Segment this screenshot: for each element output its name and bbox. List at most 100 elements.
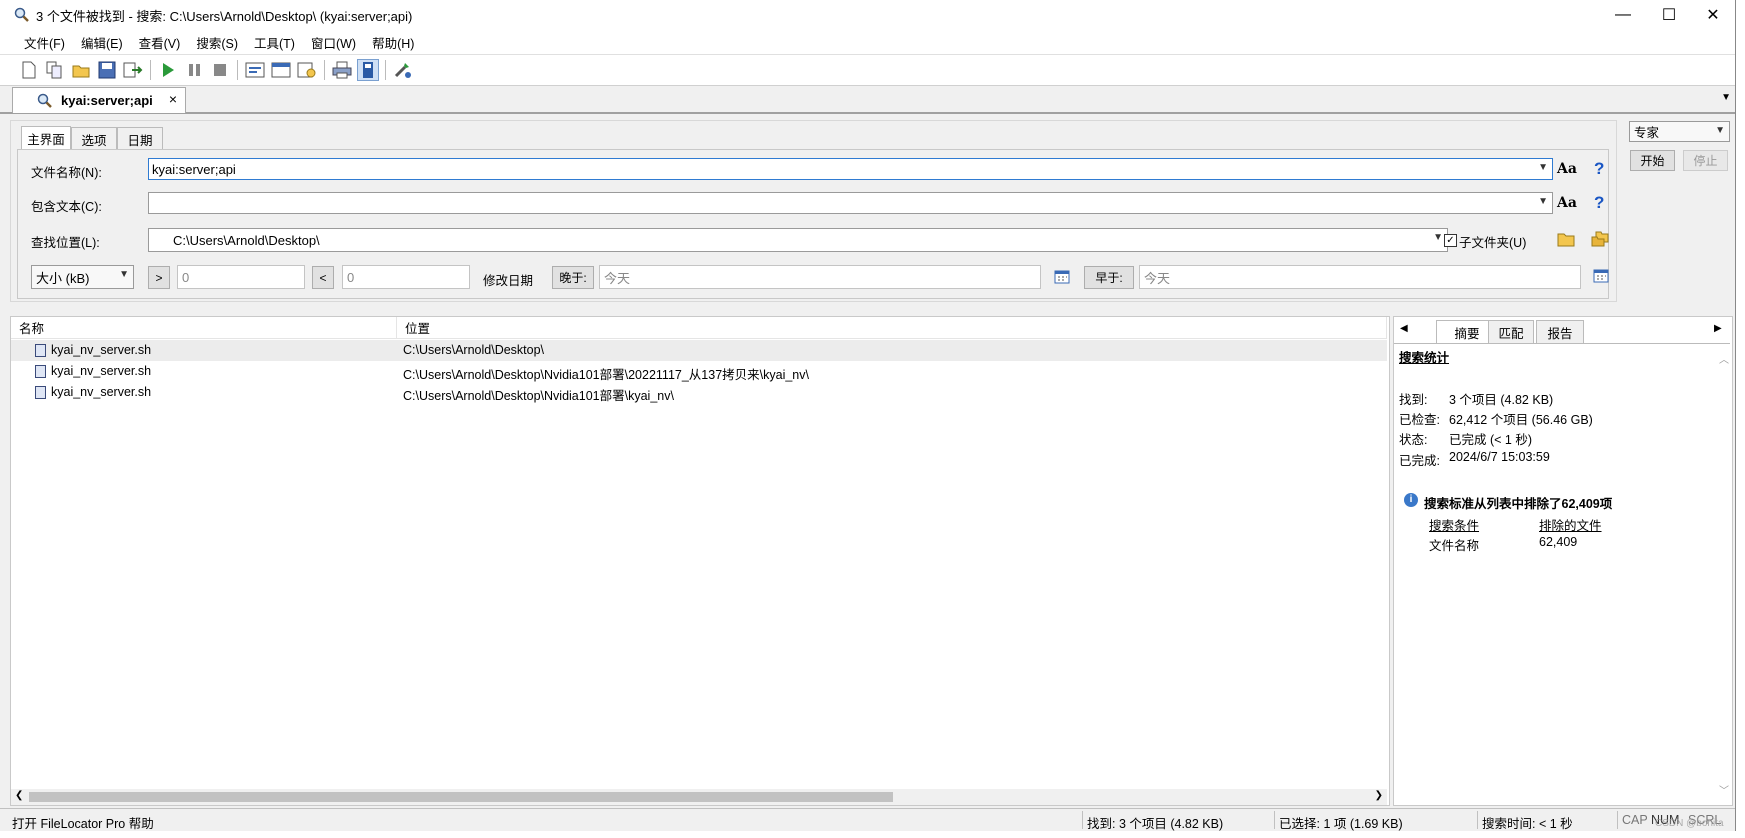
scroll-down-icon[interactable]: ﹀ bbox=[1719, 782, 1729, 797]
menu-bar: 文件(F) 编辑(E) 查看(V) 搜索(S) 工具(T) 窗口(W) 帮助(H… bbox=[0, 30, 1735, 55]
tab-date[interactable]: 日期 bbox=[117, 127, 163, 150]
table-row[interactable]: kyai_nv_server.sh C:\Users\Arnold\Deskto… bbox=[11, 361, 1387, 382]
filename-input[interactable]: kyai:server;api ▼ bbox=[148, 158, 1553, 180]
file-name: kyai_nv_server.sh bbox=[51, 343, 152, 357]
mode-select[interactable]: 专家 ▼ bbox=[1629, 121, 1730, 142]
stop-icon[interactable] bbox=[209, 59, 231, 81]
new-icon[interactable] bbox=[18, 59, 40, 81]
menu-window[interactable]: 窗口(W) bbox=[303, 33, 364, 52]
copy-icon[interactable] bbox=[44, 59, 66, 81]
stat-value: 已完成 (< 1 秒) bbox=[1449, 433, 1532, 447]
export-icon[interactable] bbox=[122, 59, 144, 81]
print-icon[interactable] bbox=[331, 59, 353, 81]
toolbar-separator bbox=[237, 60, 238, 80]
menu-view[interactable]: 查看(V) bbox=[131, 33, 189, 52]
menu-help[interactable]: 帮助(H) bbox=[364, 33, 422, 52]
greater-than-button[interactable]: > bbox=[148, 266, 170, 289]
filename-label: 文件名称(N): bbox=[31, 166, 102, 180]
match-case-icon[interactable]: Aa bbox=[1557, 195, 1577, 211]
toolbar-separator bbox=[324, 60, 325, 80]
tab-report[interactable]: 报告 bbox=[1536, 320, 1584, 344]
view-1-icon[interactable] bbox=[244, 59, 266, 81]
maximize-button[interactable]: ☐ bbox=[1646, 0, 1692, 30]
tab-main[interactable]: 主界面 bbox=[21, 126, 71, 150]
modified-date-label: 修改日期 bbox=[483, 274, 534, 288]
horizontal-scrollbar[interactable]: ❮ ❯ bbox=[11, 789, 1387, 805]
stop-button[interactable]: 停止 bbox=[1683, 150, 1728, 171]
status-time: 搜索时间: < 1 秒 bbox=[1482, 817, 1573, 831]
file-location: C:\Users\Arnold\Desktop\ bbox=[403, 343, 545, 357]
chevron-down-icon[interactable]: ▼ bbox=[1715, 125, 1725, 136]
stat-value: 62,412 个项目 (56.46 GB) bbox=[1449, 413, 1593, 427]
scroll-left-icon[interactable]: ❮ bbox=[15, 790, 23, 801]
excluded-header-criteria: 搜索条件 bbox=[1429, 519, 1480, 533]
subfolders-checkbox[interactable]: ✓ bbox=[1444, 234, 1457, 247]
filename-value: kyai:server;api bbox=[152, 161, 236, 177]
folder-group-icon[interactable] bbox=[1591, 231, 1609, 250]
view-2-icon[interactable] bbox=[270, 59, 292, 81]
help-icon[interactable]: ? bbox=[1594, 193, 1604, 213]
file-name: kyai_nv_server.sh bbox=[51, 385, 152, 399]
menu-edit[interactable]: 编辑(E) bbox=[73, 33, 131, 52]
tab-scroll-left-icon[interactable]: ◀ bbox=[1400, 323, 1408, 334]
column-header-location[interactable]: 位置 bbox=[397, 317, 1387, 339]
chevron-down-icon[interactable]: ▼ bbox=[1538, 162, 1548, 173]
minimize-button[interactable]: — bbox=[1600, 0, 1646, 30]
file-name: kyai_nv_server.sh bbox=[51, 364, 152, 378]
toolbar bbox=[0, 55, 1735, 86]
column-header-name[interactable]: 名称 bbox=[11, 317, 397, 339]
document-tab[interactable]: kyai:server;api × bbox=[12, 87, 186, 113]
content-input[interactable]: ▼ bbox=[148, 192, 1553, 214]
table-row[interactable]: kyai_nv_server.sh C:\Users\Arnold\Deskto… bbox=[11, 382, 1387, 403]
stat-label: 已完成: bbox=[1399, 454, 1440, 468]
start-search-icon[interactable] bbox=[157, 59, 179, 81]
match-case-icon[interactable]: Aa bbox=[1557, 161, 1577, 177]
save-icon[interactable] bbox=[96, 59, 118, 81]
table-row[interactable]: kyai_nv_server.sh C:\Users\Arnold\Deskto… bbox=[11, 340, 1387, 361]
size-min-input[interactable]: 0 bbox=[177, 265, 305, 289]
close-button[interactable]: ✕ bbox=[1690, 0, 1736, 30]
later-than-button[interactable]: 晚于: bbox=[552, 266, 594, 289]
view-3-icon[interactable] bbox=[296, 59, 318, 81]
close-tab-button[interactable]: × bbox=[169, 91, 177, 107]
earlier-date-input[interactable]: 今天 bbox=[1139, 265, 1581, 289]
mode-value: 专家 bbox=[1634, 126, 1660, 140]
chevron-down-icon[interactable]: ▼ bbox=[119, 269, 129, 280]
status-found: 找到: 3 个项目 (4.82 KB) bbox=[1087, 817, 1224, 831]
menu-search[interactable]: 搜索(S) bbox=[188, 33, 246, 52]
menu-tools[interactable]: 工具(T) bbox=[246, 33, 303, 52]
start-button[interactable]: 开始 bbox=[1630, 150, 1675, 171]
watermark: CSDN @bonita bbox=[1655, 818, 1724, 829]
pause-icon[interactable] bbox=[183, 59, 205, 81]
later-date-input[interactable]: 今天 bbox=[599, 265, 1041, 289]
vertical-scrollbar[interactable]: ︿ ﹀ bbox=[1716, 345, 1732, 803]
calendar-icon[interactable] bbox=[1593, 267, 1609, 286]
chevron-down-icon[interactable]: ▼ bbox=[1538, 196, 1548, 207]
scrollbar-thumb[interactable] bbox=[29, 792, 893, 802]
scroll-up-icon[interactable]: ︿ bbox=[1719, 351, 1729, 366]
summary-panel: ◀ 摘要 匹配 报告 ▶ 搜索统计 找到: 3 个项目 (4.82 KB) 已检… bbox=[1393, 316, 1733, 806]
help-icon[interactable]: ? bbox=[1594, 159, 1604, 179]
status-help-text: 打开 FileLocator Pro 帮助 bbox=[12, 817, 154, 831]
size-unit-select[interactable]: 大小 (kB) ▼ bbox=[31, 265, 134, 289]
tab-list-dropdown-icon[interactable]: ▼ bbox=[1721, 92, 1731, 103]
results-list[interactable]: 名称 位置 kyai_nv_server.sh C:\Users\Arnold\… bbox=[10, 316, 1390, 806]
folder-browse-icon[interactable] bbox=[1557, 231, 1575, 250]
tab-matches[interactable]: 匹配 bbox=[1488, 320, 1534, 344]
location-input[interactable]: C:\Users\Arnold\Desktop\ ▼ bbox=[148, 228, 1448, 252]
tools-icon[interactable] bbox=[392, 59, 414, 81]
tab-options[interactable]: 选项 bbox=[71, 127, 117, 150]
tab-divider bbox=[1394, 343, 1730, 344]
calendar-icon[interactable] bbox=[1054, 268, 1070, 287]
earlier-than-button[interactable]: 早于: bbox=[1084, 266, 1134, 289]
scroll-right-icon[interactable]: ❯ bbox=[1375, 790, 1383, 801]
size-max-input[interactable]: 0 bbox=[342, 265, 470, 289]
toolbar-separator bbox=[385, 60, 386, 80]
less-than-button[interactable]: < bbox=[312, 266, 334, 289]
menu-file[interactable]: 文件(F) bbox=[16, 33, 73, 52]
file-icon bbox=[35, 364, 46, 378]
chevron-down-icon[interactable]: ▼ bbox=[1433, 232, 1443, 243]
open-icon[interactable] bbox=[70, 59, 92, 81]
book-icon[interactable] bbox=[357, 59, 379, 81]
tab-scroll-right-icon[interactable]: ▶ bbox=[1714, 323, 1722, 334]
